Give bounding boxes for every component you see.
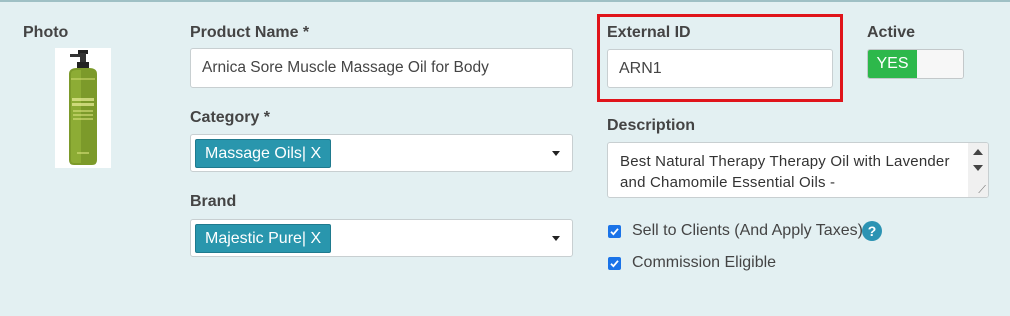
checkmark-icon — [610, 260, 619, 268]
brand-label: Brand — [190, 193, 237, 210]
category-select[interactable]: Massage Oils| X — [190, 134, 573, 172]
sell-to-clients-checkbox[interactable] — [608, 225, 621, 238]
commission-eligible-checkbox[interactable] — [608, 257, 621, 270]
help-icon[interactable]: ? — [862, 221, 882, 241]
resize-handle-icon[interactable]: ⟋ — [978, 185, 986, 196]
category-tag[interactable]: Massage Oils| X — [195, 139, 332, 168]
scroll-down-icon[interactable] — [973, 165, 983, 171]
photo-label: Photo — [23, 24, 69, 41]
chevron-down-icon[interactable] — [552, 151, 560, 156]
description-textarea[interactable]: Best Natural Therapy Therapy Oil with La… — [607, 142, 989, 198]
scroll-up-icon[interactable] — [973, 149, 983, 155]
product-name-label: Product Name * — [190, 24, 310, 41]
brand-tag[interactable]: Majestic Pure| X — [195, 224, 332, 253]
description-text: Best Natural Therapy Therapy Oil with La… — [620, 153, 950, 191]
description-label: Description — [607, 117, 696, 134]
active-toggle[interactable]: YES — [867, 49, 964, 79]
sell-to-clients-label[interactable]: Sell to Clients (And Apply Taxes) — [632, 222, 863, 240]
top-divider — [0, 0, 1010, 2]
external-id-input[interactable]: ARN1 — [607, 49, 833, 88]
bottle-image — [69, 50, 97, 165]
external-id-label: External ID — [607, 24, 691, 41]
active-label: Active — [867, 24, 916, 41]
checkmark-icon — [610, 228, 619, 236]
category-label: Category * — [190, 109, 271, 126]
commission-eligible-label[interactable]: Commission Eligible — [632, 254, 776, 272]
toggle-knob[interactable] — [917, 50, 963, 78]
product-name-input[interactable]: Arnica Sore Muscle Massage Oil for Body — [190, 48, 573, 88]
toggle-yes-label: YES — [868, 50, 917, 78]
product-photo[interactable] — [55, 48, 111, 168]
chevron-down-icon[interactable] — [552, 236, 560, 241]
brand-select[interactable]: Majestic Pure| X — [190, 219, 573, 257]
